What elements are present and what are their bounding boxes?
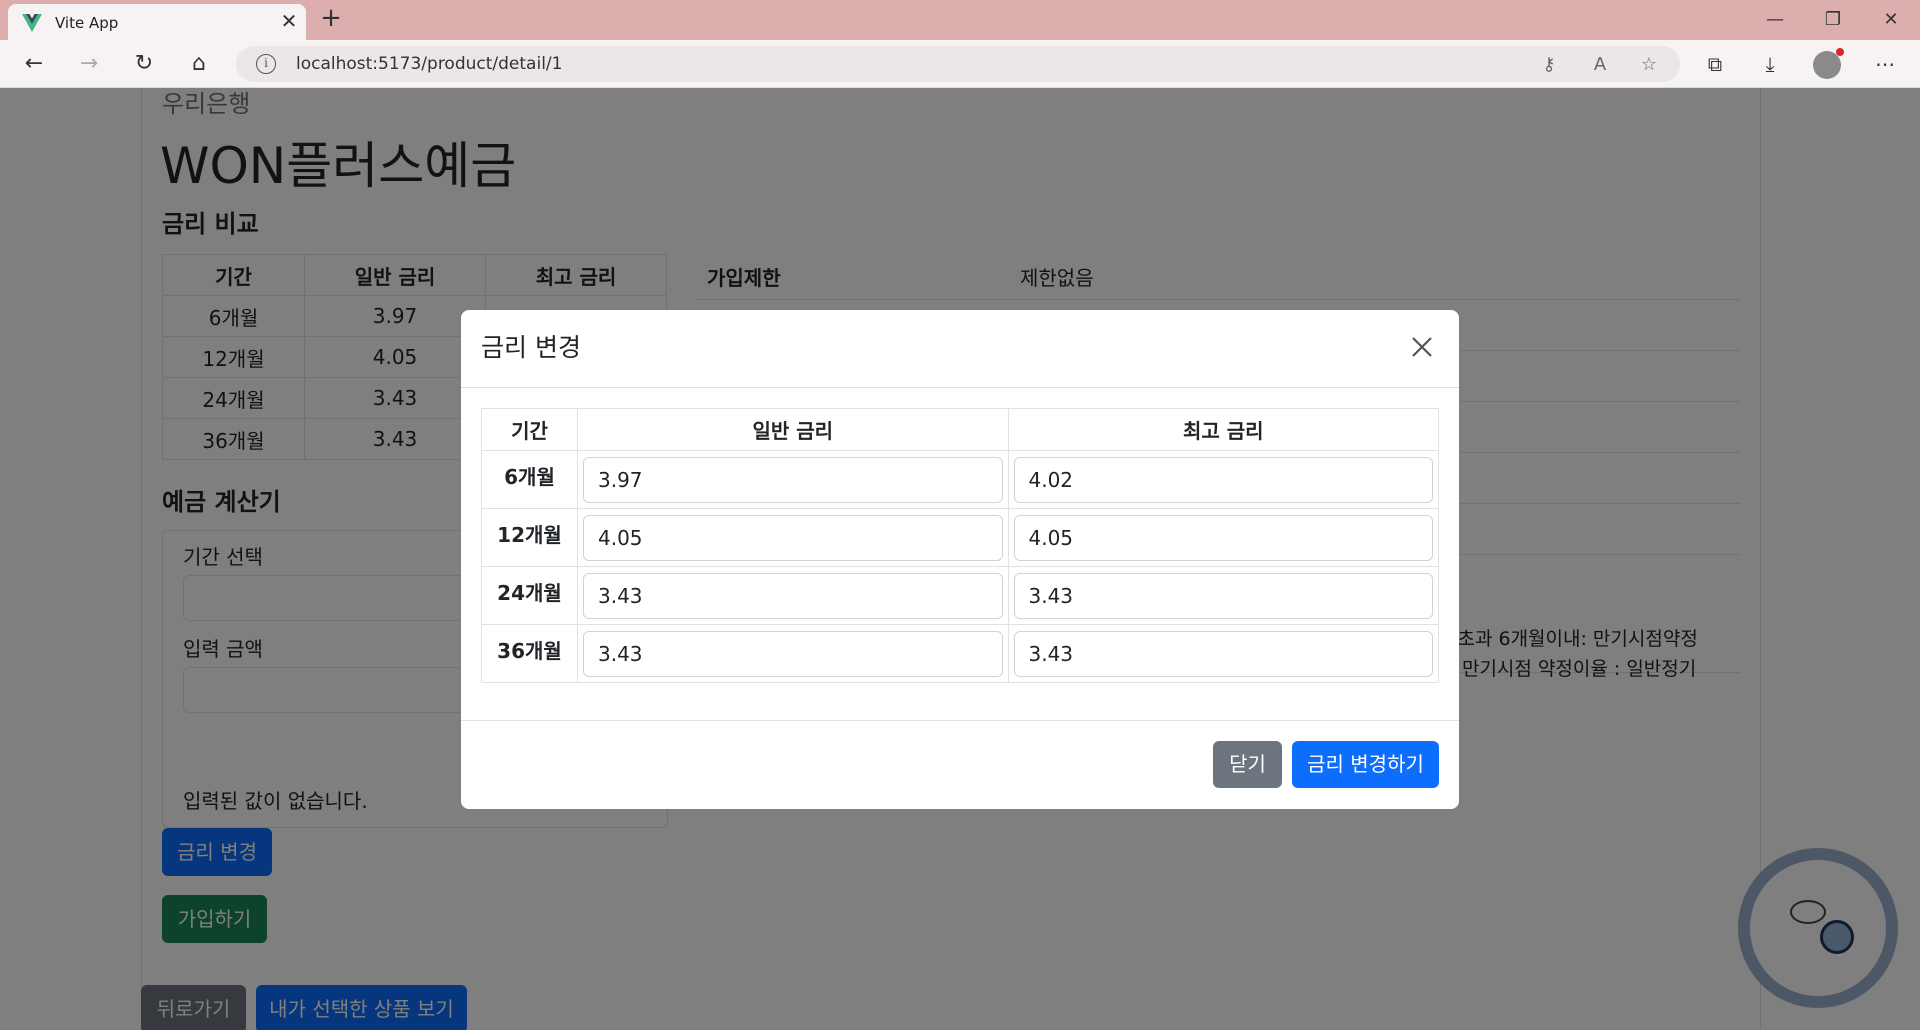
tab-title: Vite App [55,14,119,32]
table-row: 36개월 [481,624,1439,683]
table-header: 기간 [481,408,578,451]
address-bar[interactable]: i localhost:5173/product/detail/1 ⚷ A ☆ [236,46,1680,82]
max-rate-input[interactable] [1013,456,1433,503]
window-close-icon[interactable]: ✕ [1868,4,1914,36]
home-icon[interactable]: ⌂ [181,46,217,82]
max-rate-cell [1007,508,1439,567]
base-rate-input[interactable] [583,572,1003,619]
profile-avatar[interactable] [1813,48,1844,79]
download-icon[interactable]: ⤓ [1752,46,1788,82]
rate-edit-table: 기간 일반 금리 최고 금리 6개월 12개월 24개월 [481,408,1439,683]
tab-close-icon[interactable]: ✕ [278,10,300,32]
max-rate-cell [1007,566,1439,625]
table-row: 24개월 [481,566,1439,625]
more-menu-icon[interactable]: ⋯ [1867,46,1903,82]
max-rate-cell [1007,624,1439,683]
new-tab-icon[interactable]: + [318,5,344,32]
browser-tab[interactable]: Vite App ✕ [8,4,306,40]
base-rate-cell [577,450,1009,509]
period-cell: 6개월 [481,450,578,509]
back-arrow-icon[interactable]: ← [16,46,52,82]
key-icon[interactable]: ⚷ [1536,52,1562,78]
base-rate-input[interactable] [583,456,1003,503]
vue-logo-icon [22,14,42,32]
table-header: 일반 금리 [577,408,1009,451]
favorite-star-icon[interactable]: ☆ [1636,52,1662,78]
page-content: 우리은행 WON플러스예금 금리 비교 기간 일반 금리 최고 금리 6개월 3… [0,88,1920,1030]
period-cell: 24개월 [481,566,578,625]
modal-title: 금리 변경 [481,333,581,362]
browser-toolbar: ← → ↻ ⌂ i localhost:5173/product/detail/… [0,40,1920,88]
period-cell: 36개월 [481,624,578,683]
table-row: 6개월 [481,450,1439,509]
modal-footer-divider [461,720,1459,721]
base-rate-cell [577,508,1009,567]
modal-header-divider [461,387,1459,388]
restore-icon[interactable]: ❐ [1810,4,1856,36]
period-cell: 12개월 [481,508,578,567]
collections-icon[interactable]: ⧉ [1697,46,1733,82]
max-rate-cell [1007,450,1439,509]
table-header: 최고 금리 [1007,408,1439,451]
base-rate-cell [577,624,1009,683]
rate-change-modal: 금리 변경 기간 일반 금리 최고 금리 6개월 12 [461,310,1459,809]
submit-rate-change-button[interactable]: 금리 변경하기 [1292,741,1439,788]
minimize-icon[interactable]: — [1752,4,1798,36]
max-rate-input[interactable] [1013,572,1433,619]
address-url[interactable]: localhost:5173/product/detail/1 [296,54,562,74]
max-rate-input[interactable] [1013,630,1433,677]
browser-tabbar: Vite App ✕ + — ❐ ✕ [0,0,1920,40]
site-info-icon[interactable]: i [256,54,276,74]
base-rate-input[interactable] [583,514,1003,561]
table-row: 12개월 [481,508,1439,567]
close-icon[interactable] [1405,330,1439,364]
max-rate-input[interactable] [1013,514,1433,561]
refresh-icon[interactable]: ↻ [126,46,162,82]
close-button[interactable]: 닫기 [1213,741,1282,788]
base-rate-input[interactable] [583,630,1003,677]
forward-arrow-icon[interactable]: → [71,46,107,82]
base-rate-cell [577,566,1009,625]
read-aloud-icon[interactable]: A [1587,52,1613,78]
